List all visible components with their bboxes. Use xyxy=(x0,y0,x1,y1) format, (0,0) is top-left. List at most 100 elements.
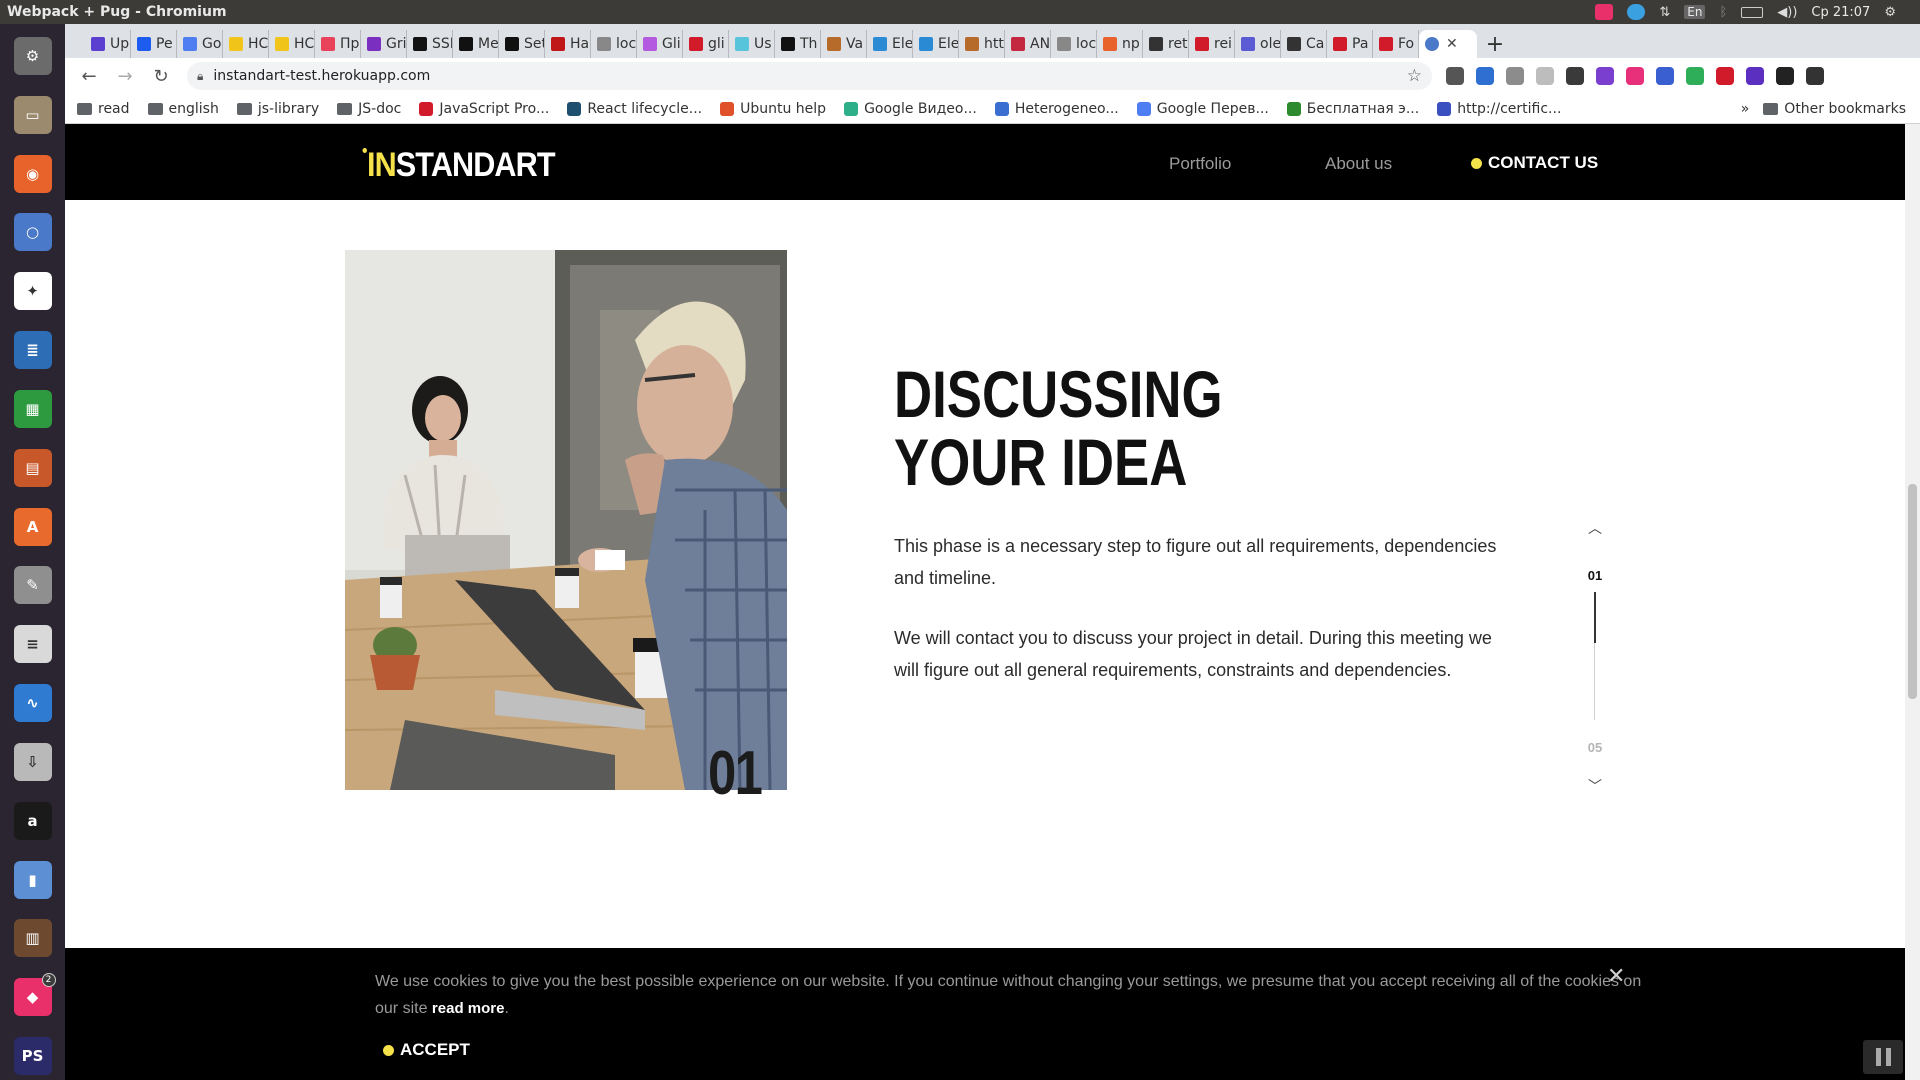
phpstorm-icon[interactable]: PS xyxy=(8,1032,58,1080)
bookmark-link[interactable]: Google Перев... xyxy=(1136,101,1269,117)
browser-tab[interactable]: HC xyxy=(223,30,269,58)
cookie-close-icon[interactable]: ✕ xyxy=(1607,964,1625,989)
text-editor-icon[interactable]: ≡ xyxy=(8,620,58,668)
bookmark-link[interactable]: Ubuntu help xyxy=(720,101,826,117)
bookmark-link[interactable]: React lifecycle... xyxy=(567,101,702,117)
tab-close-icon[interactable]: ✕ xyxy=(1446,36,1458,52)
software-center-icon[interactable]: A xyxy=(8,503,58,551)
browser-tab[interactable]: Th xyxy=(775,30,821,58)
extension-icon[interactable] xyxy=(1776,67,1794,85)
thermometer-icon[interactable]: ▮ xyxy=(8,856,58,904)
chromium-icon[interactable]: ○ xyxy=(8,208,58,256)
browser-tab[interactable]: Go xyxy=(177,30,223,58)
browser-tab[interactable]: Pe xyxy=(131,30,177,58)
extension-icon[interactable] xyxy=(1446,67,1464,85)
clock[interactable]: Ср 21:07 xyxy=(1811,5,1870,20)
slack-icon[interactable]: ✦ xyxy=(8,267,58,315)
bookmark-folder[interactable]: read xyxy=(77,101,130,117)
bookmark-link[interactable]: Heterogeneo... xyxy=(994,101,1119,117)
files-icon[interactable]: ▭ xyxy=(8,91,58,139)
browser-tab[interactable]: Gri xyxy=(361,30,407,58)
jetbrains-toolbox-icon[interactable] xyxy=(1595,4,1614,20)
browser-tab[interactable]: rei xyxy=(1189,30,1235,58)
firefox-icon[interactable]: ◉ xyxy=(8,150,58,198)
extension-icon[interactable] xyxy=(1626,67,1644,85)
extension-icon[interactable] xyxy=(1806,67,1824,85)
browser-tab[interactable]: Me xyxy=(453,30,499,58)
other-bookmarks[interactable]: Other bookmarks xyxy=(1763,101,1906,117)
browser-tab[interactable]: loc xyxy=(1051,30,1097,58)
power-gear-icon[interactable]: ⚙ xyxy=(1884,5,1896,20)
calc-icon[interactable]: ▦ xyxy=(8,385,58,433)
browser-tab[interactable]: loc xyxy=(591,30,637,58)
pause-icon[interactable] xyxy=(1863,1040,1903,1074)
cookie-accept-button[interactable]: ACCEPT xyxy=(383,1040,470,1060)
extension-icon[interactable] xyxy=(1506,67,1524,85)
keyboard-layout[interactable]: En xyxy=(1684,5,1706,19)
extension-icon[interactable] xyxy=(1566,67,1584,85)
address-bar[interactable]: 🔒︎ instandart-test.herokuapp.com ☆ xyxy=(187,62,1432,90)
settings-icon[interactable]: ⚙ xyxy=(8,32,58,80)
browser-tab[interactable]: HC xyxy=(269,30,315,58)
pager-up-chevron-icon[interactable]: ︿ xyxy=(1584,518,1606,537)
nav-portfolio[interactable]: Portfolio xyxy=(1169,154,1231,174)
browser-tab-active[interactable]: ✕ xyxy=(1419,30,1477,58)
page-scrollbar[interactable] xyxy=(1905,124,1920,1080)
bookmark-link[interactable]: http://certific... xyxy=(1437,101,1561,117)
forward-arrow-icon[interactable]: → xyxy=(111,62,139,90)
bookmark-star-icon[interactable]: ☆ xyxy=(1407,66,1422,86)
nav-about-us[interactable]: About us xyxy=(1325,154,1392,174)
browser-tab[interactable]: Fo xyxy=(1373,30,1419,58)
writer-icon[interactable]: ≣ xyxy=(8,326,58,374)
extension-icon[interactable] xyxy=(1476,67,1494,85)
browser-tab[interactable]: ole xyxy=(1235,30,1281,58)
back-arrow-icon[interactable]: ← xyxy=(75,62,103,90)
bluetooth-icon[interactable]: ᛒ xyxy=(1719,5,1727,20)
telegram-icon[interactable] xyxy=(1627,4,1646,20)
browser-tab[interactable]: Us xyxy=(729,30,775,58)
browser-tab[interactable]: Пр xyxy=(315,30,361,58)
battery-icon[interactable] xyxy=(1741,6,1764,18)
url-text[interactable]: instandart-test.herokuapp.com xyxy=(213,68,430,84)
library-icon[interactable]: ▥ xyxy=(8,914,58,962)
browser-tab[interactable]: Ha xyxy=(545,30,591,58)
nav-contact-us[interactable]: CONTACT US xyxy=(1471,153,1598,173)
browser-tab[interactable]: Ele xyxy=(913,30,959,58)
jetbrains-icon[interactable]: ◆ 2 xyxy=(8,973,58,1021)
extension-icon[interactable] xyxy=(1596,67,1614,85)
amazon-icon[interactable]: a xyxy=(8,797,58,845)
browser-tab[interactable]: Up xyxy=(85,30,131,58)
browser-tab[interactable]: Pa xyxy=(1327,30,1373,58)
new-tab-plus-icon[interactable]: + xyxy=(1477,30,1513,58)
extension-icon[interactable] xyxy=(1686,67,1704,85)
browser-tab[interactable]: Ele xyxy=(867,30,913,58)
browser-tab[interactable]: AN xyxy=(1005,30,1051,58)
system-monitor-icon[interactable]: ∿ xyxy=(8,679,58,727)
impress-icon[interactable]: ▤ xyxy=(8,444,58,492)
bookmark-link[interactable]: Google Видео... xyxy=(844,101,977,117)
browser-tab[interactable]: np xyxy=(1097,30,1143,58)
browser-tab[interactable]: Gli xyxy=(637,30,683,58)
lock-icon[interactable]: 🔒︎ xyxy=(197,69,203,84)
cookie-read-more-link[interactable]: read more xyxy=(432,1000,505,1017)
browser-tab[interactable]: Ca xyxy=(1281,30,1327,58)
browser-tab[interactable]: gli xyxy=(683,30,729,58)
bookmark-folder[interactable]: JS-doc xyxy=(337,101,401,117)
browser-tab[interactable]: Set xyxy=(499,30,545,58)
installer-icon[interactable]: ⇩ xyxy=(8,738,58,786)
extension-icon[interactable] xyxy=(1656,67,1674,85)
pager-down-chevron-icon[interactable]: ﹀ xyxy=(1584,776,1606,795)
browser-tab[interactable]: htt xyxy=(959,30,1005,58)
extension-icon[interactable] xyxy=(1716,67,1734,85)
bookmark-folder[interactable]: js-library xyxy=(236,101,319,117)
extension-icon[interactable] xyxy=(1536,67,1554,85)
reload-icon[interactable]: ↻ xyxy=(147,62,175,90)
bookmark-link[interactable]: Бесплатная э... xyxy=(1286,101,1419,117)
browser-tab[interactable]: ret xyxy=(1143,30,1189,58)
extension-icon[interactable] xyxy=(1746,67,1764,85)
system-tools-icon[interactable]: ✎ xyxy=(8,561,58,609)
bookmark-folder[interactable]: english xyxy=(147,101,219,117)
network-arrows-icon[interactable]: ⇅ xyxy=(1659,5,1670,20)
bookmarks-overflow-chevron[interactable]: » xyxy=(1741,101,1750,117)
browser-tab[interactable]: Va xyxy=(821,30,867,58)
